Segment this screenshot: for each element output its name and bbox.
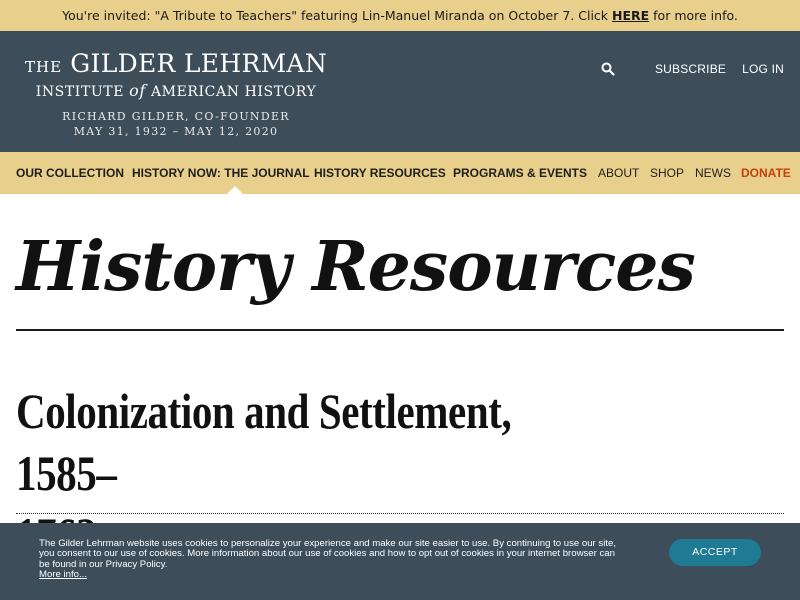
- main-nav: OUR COLLECTION HISTORY NOW: THE JOURNAL …: [0, 152, 800, 194]
- nav-active-caret: [227, 186, 243, 194]
- title-divider: [16, 329, 784, 331]
- announcement-prefix: You're invited: "A Tribute to Teachers" …: [62, 8, 613, 23]
- logo-american-history: AMERICAN HISTORY: [150, 84, 317, 100]
- announcement-bar: You're invited: "A Tribute to Teachers" …: [0, 0, 800, 31]
- logo-dates: MAY 31, 1932 – MAY 12, 2020: [73, 125, 279, 138]
- accept-cookies-button[interactable]: ACCEPT: [669, 539, 761, 566]
- nav-donate[interactable]: DONATE: [741, 152, 791, 194]
- logo-the: THE: [24, 58, 63, 76]
- nav-history-now[interactable]: HISTORY NOW: THE JOURNAL: [132, 152, 310, 194]
- nav-history-resources[interactable]: HISTORY RESOURCES: [314, 152, 446, 194]
- cookie-more-info-link[interactable]: More info...: [39, 569, 619, 580]
- cookie-message: The Gilder Lehrman website uses cookies …: [39, 538, 619, 581]
- logo-founder: RICHARD GILDER, CO-FOUNDER: [62, 110, 290, 123]
- nav-shop[interactable]: SHOP: [650, 152, 684, 194]
- article-title-line1: Colonization and Settlement, 1585–: [16, 383, 512, 501]
- logo-institute: INSTITUTE: [35, 84, 125, 100]
- announcement-suffix: for more info.: [649, 8, 738, 23]
- cookie-banner: The Gilder Lehrman website uses cookies …: [0, 523, 800, 600]
- nav-news[interactable]: NEWS: [695, 152, 731, 194]
- announcement-here-link[interactable]: HERE: [612, 8, 649, 23]
- site-header: THE GILDER LEHRMAN INSTITUTE of AMERICAN…: [0, 31, 800, 152]
- dotted-divider: [16, 513, 784, 514]
- utility-nav: SUBSCRIBE LOG IN: [601, 62, 784, 76]
- logo-name: GILDER LEHRMAN: [70, 49, 327, 78]
- nav-about[interactable]: ABOUT: [598, 152, 639, 194]
- logo-of: of: [129, 81, 146, 100]
- site-logo[interactable]: THE GILDER LEHRMAN INSTITUTE of AMERICAN…: [16, 49, 336, 139]
- search-icon[interactable]: [601, 62, 615, 76]
- subscribe-link[interactable]: SUBSCRIBE: [655, 62, 726, 76]
- nav-programs-events[interactable]: PROGRAMS & EVENTS: [453, 152, 587, 194]
- nav-our-collection[interactable]: OUR COLLECTION: [16, 152, 124, 194]
- login-link[interactable]: LOG IN: [742, 62, 784, 76]
- section-title: History Resources: [16, 227, 696, 307]
- cookie-text: The Gilder Lehrman website uses cookies …: [39, 538, 617, 570]
